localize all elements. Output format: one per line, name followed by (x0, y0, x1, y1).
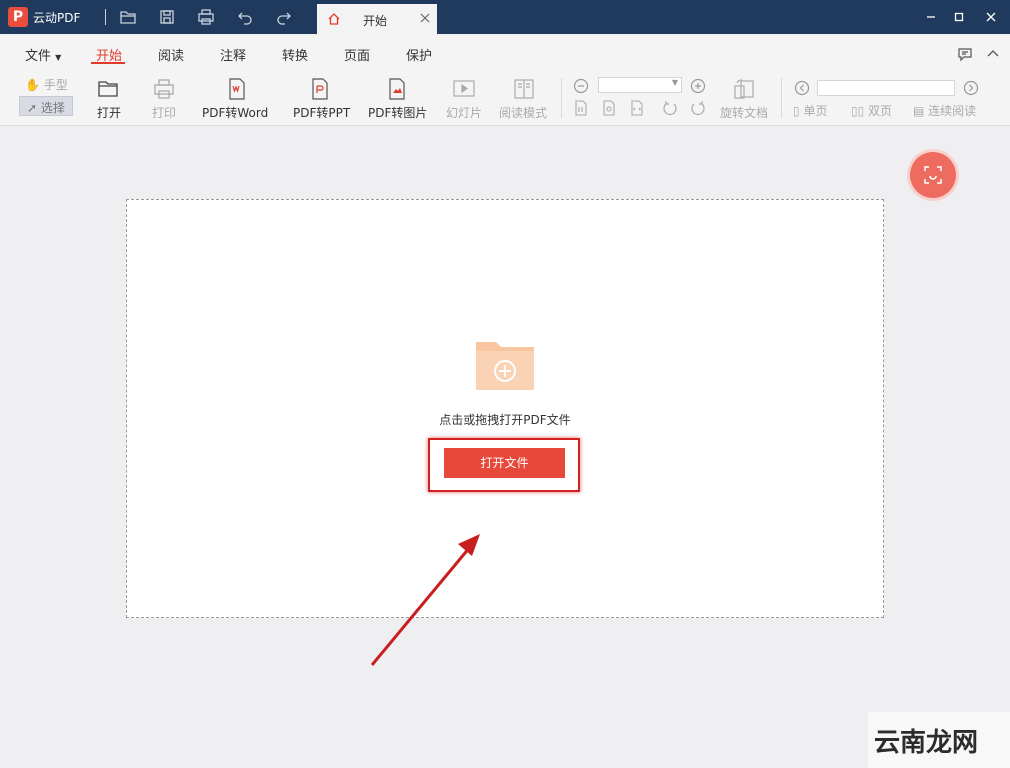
actual-size-icon[interactable] (573, 100, 589, 116)
double-page-button[interactable]: ▯▯ 双页 (851, 102, 892, 119)
zoom-select[interactable]: ▼ (598, 77, 682, 93)
save-icon[interactable] (158, 8, 176, 26)
slideshow-label: 幻灯片 (446, 106, 483, 120)
redo-icon[interactable] (275, 8, 293, 26)
maximize-icon[interactable] (952, 10, 966, 24)
add-folder-icon[interactable] (474, 338, 536, 392)
open-button-label: 打开 (97, 106, 122, 120)
title-separator (105, 9, 106, 25)
book-icon (514, 79, 534, 99)
continuous-read-label: 连续阅读 (928, 104, 977, 118)
pdf-to-word-button[interactable]: PDF转Word (202, 77, 268, 120)
comment-icon[interactable] (957, 46, 973, 62)
prev-page-icon[interactable] (794, 80, 810, 96)
menu-convert[interactable]: 转换 (282, 45, 308, 64)
minimize-icon[interactable] (924, 10, 938, 24)
smile-frame-icon (924, 166, 942, 184)
dropdown-caret-icon: ▼ (671, 78, 678, 87)
home-icon (327, 12, 341, 26)
ppt-doc-icon (312, 78, 328, 100)
printer-icon (154, 79, 174, 99)
toolbar-separator (561, 78, 562, 118)
page-number-input[interactable] (817, 80, 955, 96)
close-tab-icon[interactable] (419, 12, 431, 24)
continuous-read-button[interactable]: ▤ 连续阅读 (913, 102, 976, 119)
app-name: 云动PDF (33, 11, 81, 25)
select-tool[interactable]: ➚ 选择 (27, 99, 65, 116)
tab-label: 开始 (363, 14, 388, 28)
pdf-to-ppt-label: PDF转PPT (293, 106, 351, 120)
single-page-icon: ▯ (793, 104, 800, 118)
print-button[interactable]: 打印 (148, 77, 180, 120)
active-menu-underline (91, 62, 125, 64)
read-mode-button[interactable]: 阅读模式 (499, 77, 547, 120)
open-file-button[interactable]: 打开文件 (444, 448, 565, 478)
pdf-to-image-button[interactable]: PDF转图片 (368, 77, 427, 120)
rotate-doc-icon (734, 79, 754, 99)
pdf-to-ppt-button[interactable]: PDF转PPT (293, 77, 350, 120)
file-drop-area[interactable] (126, 199, 884, 618)
double-page-label: 双页 (868, 104, 893, 118)
close-window-icon[interactable] (984, 10, 998, 24)
menu-read[interactable]: 阅读 (158, 45, 184, 64)
fit-width-icon[interactable] (629, 100, 645, 116)
slideshow-button[interactable]: 幻灯片 (446, 77, 482, 120)
rotate-right-icon[interactable] (690, 100, 706, 116)
collapse-ribbon-icon[interactable] (985, 46, 1001, 62)
hand-tool-label: 手型 (43, 78, 68, 92)
cursor-arrow-icon: ➚ (27, 101, 38, 115)
double-page-icon: ▯▯ (851, 104, 865, 118)
zoom-in-icon[interactable] (690, 78, 706, 94)
next-page-icon[interactable] (963, 80, 979, 96)
single-page-label: 单页 (803, 104, 828, 118)
app-logo-icon: P (8, 7, 28, 27)
watermark: 云南龙网 (874, 728, 979, 758)
toolbar-separator (781, 78, 782, 118)
menu-file-label: 文件 (25, 49, 52, 64)
menu-annotate[interactable]: 注释 (220, 45, 246, 64)
image-doc-icon (389, 78, 405, 100)
pdf-to-word-label: PDF转Word (202, 106, 269, 120)
dropdown-caret-icon: ▼ (55, 53, 62, 62)
menu-page[interactable]: 页面 (344, 45, 370, 64)
print-icon[interactable] (197, 8, 215, 26)
undo-icon[interactable] (236, 8, 254, 26)
print-button-label: 打印 (152, 106, 177, 120)
rotate-left-icon[interactable] (662, 100, 678, 116)
open-button[interactable]: 打开 (92, 77, 124, 120)
hand-icon: ✋ (25, 78, 40, 92)
rotate-doc-button[interactable]: 旋转文档 (720, 77, 768, 120)
floating-helper-button[interactable] (910, 152, 956, 198)
zoom-out-icon[interactable] (573, 78, 589, 94)
pdf-to-image-label: PDF转图片 (368, 106, 428, 120)
rotate-doc-label: 旋转文档 (720, 106, 769, 120)
menu-protect[interactable]: 保护 (406, 45, 432, 64)
open-folder-icon[interactable] (119, 8, 137, 26)
title-bar: P 云动PDF 开始 (0, 0, 1010, 34)
word-doc-icon (229, 78, 245, 100)
open-folder-icon (98, 81, 118, 97)
slideshow-icon (453, 80, 475, 97)
menu-bar (0, 34, 1010, 70)
menu-file[interactable]: 文件 ▼ (25, 45, 61, 64)
tab-start[interactable]: 开始 (317, 4, 437, 34)
read-mode-label: 阅读模式 (499, 106, 548, 120)
fit-page-icon[interactable] (601, 100, 617, 116)
select-tool-label: 选择 (40, 101, 65, 115)
single-page-button[interactable]: ▯ 单页 (793, 102, 827, 119)
hand-tool[interactable]: ✋ 手型 (25, 76, 68, 93)
continuous-page-icon: ▤ (913, 104, 925, 118)
drop-hint-text: 点击或拖拽打开PDF文件 (439, 413, 571, 427)
